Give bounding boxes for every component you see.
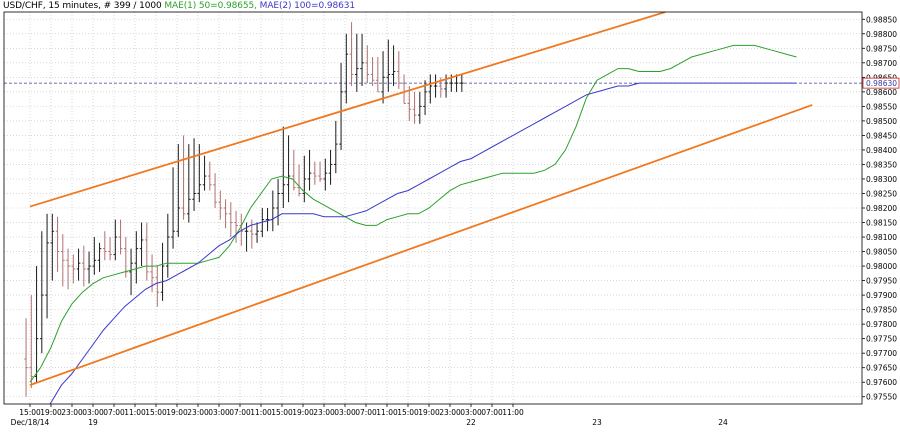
day-label: 23 xyxy=(592,418,602,427)
x-tick-label: 03:00 xyxy=(208,408,230,417)
x-tick-label: 07:00 xyxy=(229,408,251,417)
x-tick-label: 15:00 xyxy=(19,408,41,417)
y-tick-label: 0.98700 xyxy=(866,59,897,68)
y-tick-label: 0.98500 xyxy=(866,117,897,126)
x-tick-label: 19:00 xyxy=(292,408,314,417)
channel-line-upper xyxy=(29,12,666,208)
y-tick-label: 0.98050 xyxy=(866,248,897,257)
y-tick-label: 0.98550 xyxy=(866,102,897,111)
y-tick-label: 0.98400 xyxy=(866,146,897,155)
channel-line-lower xyxy=(29,104,813,386)
y-tick-label: 0.97600 xyxy=(866,378,897,387)
x-tick-label: 15:00 xyxy=(271,408,293,417)
x-tick-label: 19:00 xyxy=(418,408,440,417)
y-tick-label: 0.98100 xyxy=(866,233,897,242)
y-tick-label: 0.98150 xyxy=(866,219,897,228)
y-tick-label: 0.98600 xyxy=(866,88,897,97)
y-tick-label: 0.98300 xyxy=(866,175,897,184)
x-tick-label: 19:00 xyxy=(166,408,188,417)
y-tick-label: 0.98850 xyxy=(866,15,897,24)
mae50-line xyxy=(29,44,797,383)
y-tick-label: 0.98800 xyxy=(866,30,897,39)
mae100-line xyxy=(49,82,797,404)
x-tick-label: 15:00 xyxy=(145,408,167,417)
y-tick-label: 0.97650 xyxy=(866,364,897,373)
y-tick-label: 0.97550 xyxy=(866,393,897,402)
x-tick-label: 11:00 xyxy=(250,408,272,417)
plot-content xyxy=(4,12,862,404)
y-tick-label: 0.98450 xyxy=(866,131,897,140)
y-tick-label: 0.97750 xyxy=(866,335,897,344)
x-tick-label: 07:00 xyxy=(103,408,125,417)
x-tick-label: 03:00 xyxy=(334,408,356,417)
y-tick-label: 0.98350 xyxy=(866,160,897,169)
chart-area[interactable]: 0.988500.988000.987500.987000.986500.986… xyxy=(0,0,900,431)
x-tick-label: 19:00 xyxy=(40,408,62,417)
chart-svg: 0.988500.988000.987500.987000.986500.986… xyxy=(3,11,900,427)
x-tick-label: 23:00 xyxy=(313,408,335,417)
y-tick-label: 0.98250 xyxy=(866,189,897,198)
x-tick-label: 23:00 xyxy=(439,408,461,417)
x-tick-label: 03:00 xyxy=(460,408,482,417)
day-label: 24 xyxy=(718,418,728,427)
y-tick-label: 0.97950 xyxy=(866,277,897,286)
x-tick-label: 11:00 xyxy=(502,408,524,417)
y-tick-label: 0.98750 xyxy=(866,44,897,53)
y-tick-label: 0.98200 xyxy=(866,204,897,213)
y-tick-label: 0.97900 xyxy=(866,291,897,300)
current-price-label: 0.98630 xyxy=(866,79,897,88)
x-tick-label: 11:00 xyxy=(124,408,146,417)
day-label: 22 xyxy=(466,418,476,427)
y-tick-label: 0.98000 xyxy=(866,262,897,271)
day-label: Dec/18/14 xyxy=(11,418,50,427)
day-label: 19 xyxy=(88,418,98,427)
y-tick-label: 0.97850 xyxy=(866,306,897,315)
y-tick-label: 0.97800 xyxy=(866,320,897,329)
x-tick-label: 23:00 xyxy=(61,408,83,417)
x-tick-label: 07:00 xyxy=(355,408,377,417)
x-tick-label: 11:00 xyxy=(376,408,398,417)
x-tick-label: 07:00 xyxy=(481,408,503,417)
x-tick-label: 03:00 xyxy=(82,408,104,417)
x-tick-label: 23:00 xyxy=(187,408,209,417)
x-tick-label: 15:00 xyxy=(397,408,419,417)
y-tick-label: 0.97700 xyxy=(866,349,897,358)
